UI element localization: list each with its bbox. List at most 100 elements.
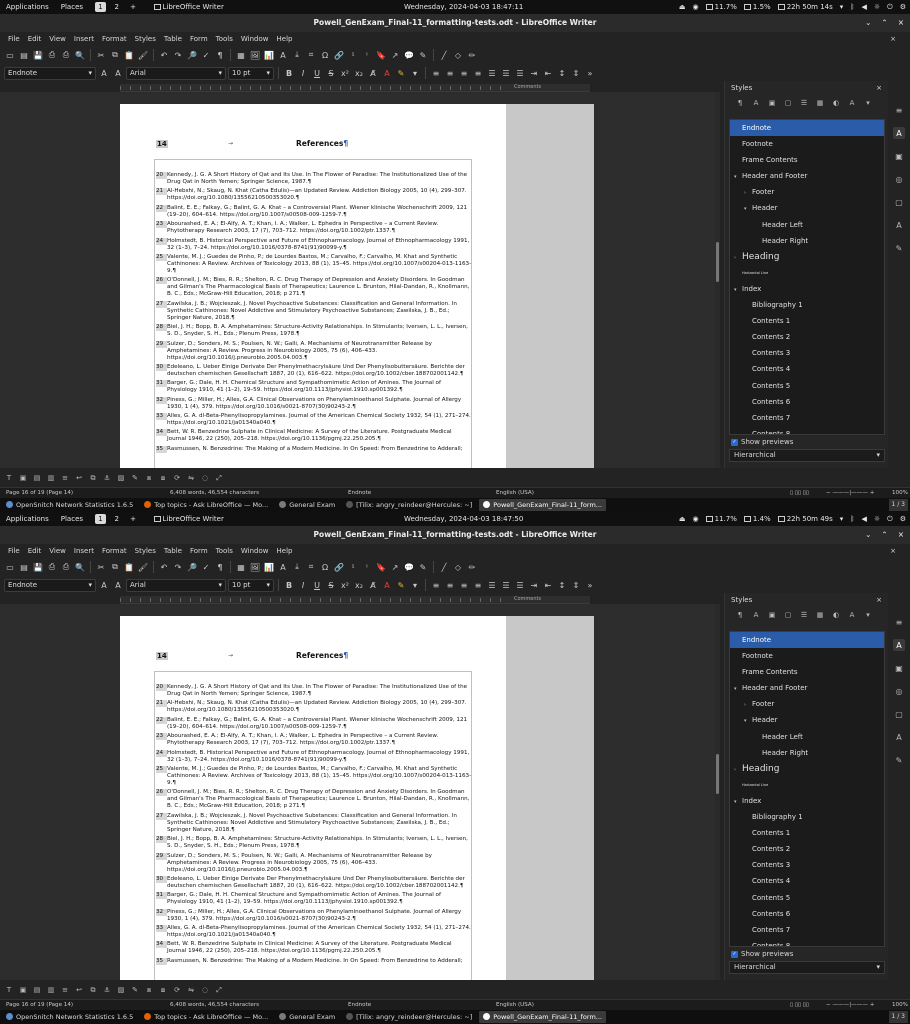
document-page[interactable]: 14 → References¶ 20 Kennedy, J. G. A Sho… [120,104,506,468]
update-style-icon[interactable]: A [98,67,110,79]
bookmark-icon[interactable]: 🔖 [375,561,387,573]
menu-help[interactable]: Help [273,35,297,43]
word-count-status[interactable]: 6,408 words, 46,554 characters [170,490,259,496]
page-style-status[interactable]: Endnote [348,490,371,496]
tree-toggle-icon[interactable]: › [734,762,742,778]
bullets-icon[interactable]: ☰ [486,579,498,591]
menu-table[interactable]: Table [160,35,186,43]
menu-form[interactable]: Form [186,35,212,43]
shapes-icon[interactable]: ◇ [452,561,464,573]
field-icon[interactable]: ⌗ [305,561,317,573]
scrollbar-thumb[interactable] [716,754,719,794]
style-item-footer[interactable]: › Footer [730,184,884,200]
cut-icon[interactable]: ✂ [95,561,107,573]
line-icon[interactable]: ╱ [438,561,450,573]
justify-icon[interactable]: ≡ [472,67,484,79]
export-pdf-icon[interactable]: ⎙ [46,561,58,573]
style-item-horizontal-line[interactable]: Horizontal Line [730,265,884,281]
style-item-contents-7[interactable]: Contents 7 [730,922,884,938]
workspace-2[interactable]: 2 [111,2,122,12]
shadow-icon[interactable]: ▨ [116,473,126,483]
tree-toggle-icon[interactable]: ▾ [744,713,752,729]
bookmark-icon[interactable]: 🔖 [375,49,387,61]
group-icon[interactable]: ⧈ [144,473,154,483]
bold-button[interactable]: B [283,67,295,79]
cross-ref-icon[interactable]: ↗ [389,561,401,573]
style-item-header-left[interactable]: Header Left [730,729,884,745]
font-color-icon[interactable]: A [381,579,393,591]
chart-icon[interactable]: 📊 [263,561,275,573]
style-item-contents-8[interactable]: Contents 8 [730,426,884,434]
tree-toggle-icon[interactable]: ▾ [734,794,742,810]
undo-icon[interactable]: ↶ [158,561,170,573]
character-styles-icon[interactable]: A [751,98,761,108]
style-item-header-right[interactable]: Header Right [730,745,884,761]
minimize-button[interactable]: ⌄ [865,526,871,544]
chart-bottom-icon[interactable]: ▥ [46,473,56,483]
align-left-icon[interactable]: ≡ [430,579,442,591]
underline-button[interactable]: U [311,67,323,79]
vertical-scrollbar[interactable] [715,92,720,468]
endnote-entry[interactable]: 25 Valente, M. J.; Guedes de Pinho, P.; … [156,765,472,787]
flip-icon[interactable]: ⇋ [186,473,196,483]
endnote-entry[interactable]: 24 Holmstedt, B. Historical Perspective … [156,237,472,252]
style-item-footer[interactable]: › Footer [730,696,884,712]
more-options-icon[interactable]: » [584,67,596,79]
rotate-icon[interactable]: ⟳ [172,985,182,995]
strikethrough-button[interactable]: S [325,67,337,79]
new-style-from-selection-icon[interactable]: A [847,98,857,108]
decrease-indent-icon[interactable]: ⇤ [542,67,554,79]
style-item-frame-contents[interactable]: Frame Contents [730,664,884,680]
spelling-icon[interactable]: ✓ [200,561,212,573]
arrange-icon[interactable]: ⧉ [88,473,98,483]
vertical-scrollbar[interactable] [715,604,720,980]
styles-icon[interactable]: A [893,127,905,139]
style-item-contents-4[interactable]: Contents 4 [730,361,884,377]
taskbar-window-button[interactable]: OpenSnitch Network Statistics 1.6.5 [2,1011,137,1023]
flip-icon[interactable]: ⇋ [186,985,196,995]
power-icon[interactable]: ⏻ [887,3,893,12]
update-style-icon[interactable]: A [98,579,110,591]
superscript-button[interactable]: x² [339,579,351,591]
special-char-icon[interactable]: Ω [319,49,331,61]
style-filter-select[interactable]: Hierarchical ▾ [729,449,885,462]
tree-toggle-icon[interactable]: ▾ [734,169,742,185]
menu-format[interactable]: Format [98,35,131,43]
anchor-icon[interactable]: ⚓ [102,985,112,995]
eject-icon[interactable]: ⏏ [679,3,686,11]
volume-icon[interactable]: ◀ [862,3,867,11]
highlight-icon[interactable]: ✎ [395,579,407,591]
footnote-icon[interactable]: ¹ [347,49,359,61]
endnote-entry[interactable]: 25 Valente, M. J.; Guedes de Pinho, P.; … [156,253,472,275]
list-styles-icon[interactable]: ☰ [799,610,809,620]
endnote-entry[interactable]: 21 Al-Hebshi, N.; Skaug, N. Khat (Catha … [156,188,472,202]
navigator-icon[interactable]: ◎ [893,685,905,697]
battery-monitor[interactable]: 22h 50m 49s [777,515,833,523]
style-item-horizontal-line[interactable]: Horizontal Line [730,777,884,793]
endnote-entry[interactable]: 24 Holmstedt, B. Historical Perspective … [156,749,472,764]
menu-tools[interactable]: Tools [212,547,237,555]
clone-formatting-icon[interactable]: 🖌 [137,561,149,573]
arrange-icon[interactable]: ⧉ [88,985,98,995]
endnote-entry[interactable]: 29 Sulzer, D.; Sonders, M. S.; Poulsen, … [156,852,472,874]
endnote-entry[interactable]: 23 Abourashed, E. A.; El-Alfy, A. T.; Kh… [156,221,472,235]
menu-file[interactable]: File [4,35,24,43]
navigator-icon[interactable]: ◎ [893,173,905,185]
paragraph-style-select[interactable]: Endnote ▾ [4,66,96,80]
endnote-entry[interactable]: 35 Rasmussen, N. Benzedrine: The Making … [156,957,472,965]
align-left-icon[interactable]: ≡ [430,67,442,79]
endnote-entry[interactable]: 22 Balint, E. E.; Falkay, G.; Balint, G.… [156,204,472,219]
draw-icon[interactable]: ✏ [466,49,478,61]
style-item-header-and-footer[interactable]: ▾ Header and Footer [730,168,884,184]
chart-bottom-icon[interactable]: ▥ [46,985,56,995]
textbox-icon[interactable]: A [277,561,289,573]
table-styles-icon[interactable]: ▦ [815,610,825,620]
print-icon[interactable]: ⎙ [60,561,72,573]
view-layout-icon[interactable]: ▯ ▯▯ ▯▯ [790,1002,809,1008]
maximize-button[interactable]: ⌃ [881,14,887,32]
taskbar-window-button[interactable]: Powell_GenExam_Final-11_form... [479,1011,606,1023]
font-name-select[interactable]: Arial ▾ [126,578,226,592]
gallery-icon[interactable]: ▣ [893,150,905,162]
font-size-select[interactable]: 10 pt ▾ [228,66,274,80]
page-count-status[interactable]: Page 16 of 19 (Page 14) [6,1002,73,1008]
